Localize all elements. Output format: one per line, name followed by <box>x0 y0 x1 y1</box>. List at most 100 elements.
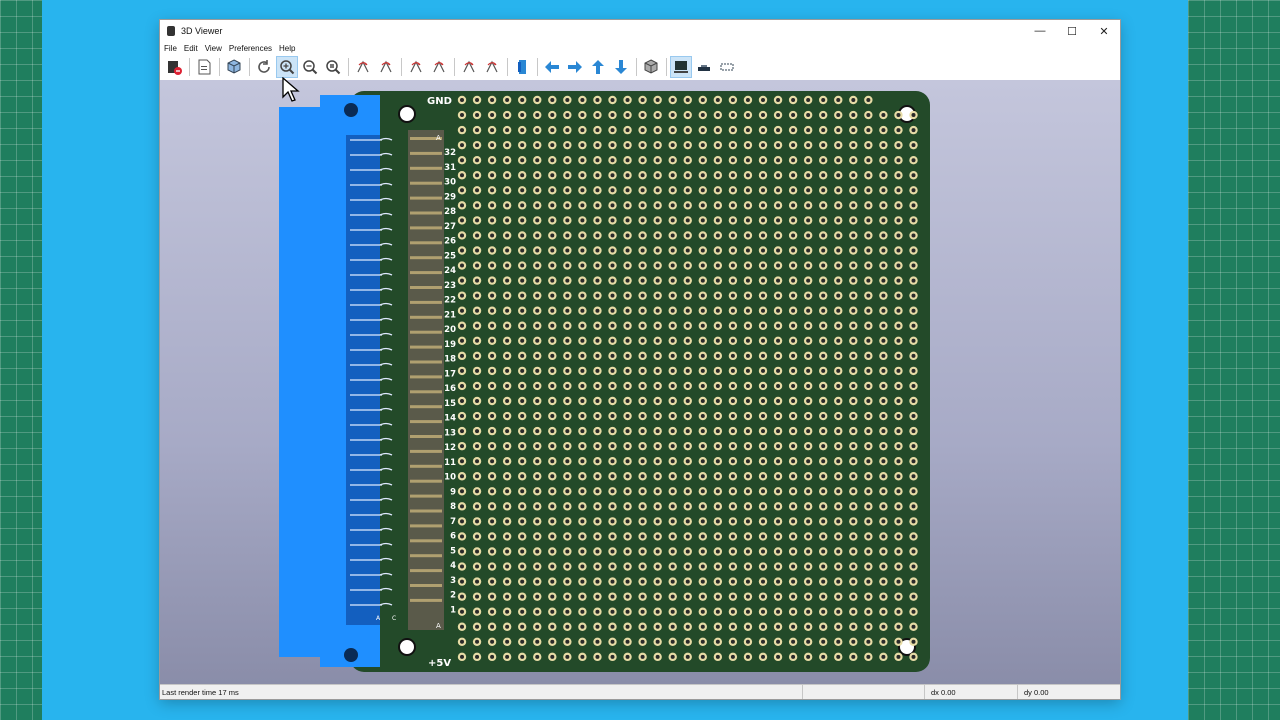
pad-hole <box>881 639 886 644</box>
pad-hole <box>460 353 464 358</box>
pad-hole <box>730 278 735 283</box>
pad-hole <box>806 128 811 133</box>
pad-hole <box>460 444 464 449</box>
pad-hole <box>776 444 781 449</box>
pad-hole <box>730 188 735 193</box>
pad-hole <box>791 654 796 659</box>
cutting-mat-left <box>0 0 42 720</box>
minimize-button[interactable]: — <box>1024 20 1056 42</box>
pad-hole <box>866 113 871 118</box>
pad-hole <box>896 218 901 223</box>
flip-board-button[interactable] <box>512 57 532 77</box>
pad-hole <box>911 248 916 253</box>
zoom-in-button[interactable] <box>276 56 298 78</box>
title-bar[interactable]: 3D Viewer — ☐ ✕ <box>160 20 1120 42</box>
header-pin <box>410 271 442 275</box>
pad-hole <box>761 368 765 373</box>
toggle-outline-button[interactable] <box>717 57 737 77</box>
pad-hole <box>580 504 585 509</box>
pad-hole <box>610 113 615 118</box>
pan-right-button[interactable] <box>565 57 585 77</box>
row-label: 29 <box>444 192 456 202</box>
pad-hole <box>911 113 916 118</box>
pad-hole <box>505 128 510 133</box>
pad-hole <box>655 459 660 464</box>
rotate-x-cw-button[interactable] <box>353 57 373 77</box>
pad-hole <box>730 459 735 464</box>
toggle-ortho-button[interactable] <box>641 57 661 77</box>
pad-hole <box>700 338 705 343</box>
rotate-x-ccw-button[interactable] <box>376 57 396 77</box>
render-toggle-button[interactable] <box>224 57 244 77</box>
menu-preferences[interactable]: Preferences <box>229 44 272 53</box>
pad-hole <box>836 534 841 539</box>
pad-hole <box>911 353 916 358</box>
pad-hole <box>550 564 555 569</box>
pad-hole <box>595 609 600 614</box>
pad-hole <box>791 218 796 223</box>
pad-hole <box>490 459 495 464</box>
pad-hole <box>640 383 645 388</box>
export-image-button[interactable] <box>194 57 214 77</box>
close-viewer-button[interactable] <box>164 57 184 77</box>
pad-hole <box>565 128 570 133</box>
close-button[interactable]: ✕ <box>1088 20 1120 42</box>
pad-hole <box>460 218 464 223</box>
rotate-y-ccw-button[interactable] <box>429 57 449 77</box>
pad-hole <box>761 624 765 629</box>
pad-hole <box>505 654 510 659</box>
board-silk-icon <box>698 65 710 71</box>
pad-hole <box>640 564 645 569</box>
rotate-z-cw-button[interactable] <box>459 57 479 77</box>
pad-hole <box>640 429 645 434</box>
3d-viewport[interactable]: 32 31 30 29 28 27 26 25 24 23 22 21 20 19 18 17 16 15 14 13… <box>160 80 1120 684</box>
row-label: 8 <box>450 502 456 512</box>
menu-file[interactable]: File <box>164 44 177 53</box>
rotate-y-cw-button[interactable] <box>406 57 426 77</box>
zoom-out-button[interactable] <box>300 57 320 77</box>
menu-view[interactable]: View <box>205 44 222 53</box>
pad-hole <box>866 609 871 614</box>
maximize-button[interactable]: ☐ <box>1056 20 1088 42</box>
toggle-body-button[interactable] <box>670 56 692 78</box>
menu-edit[interactable]: Edit <box>184 44 198 53</box>
pad-hole <box>550 624 555 629</box>
pad-hole <box>550 489 555 494</box>
pad-hole <box>881 383 886 388</box>
pad-hole <box>490 474 495 479</box>
pad-hole <box>655 564 660 569</box>
pan-down-button[interactable] <box>611 57 631 77</box>
pad-hole <box>610 579 615 584</box>
pad-hole <box>715 248 720 253</box>
pad-hole <box>550 113 555 118</box>
pad-hole <box>490 639 495 644</box>
pad-hole <box>911 399 916 403</box>
pad-hole <box>520 293 525 298</box>
pad-hole <box>550 143 555 148</box>
reload-button[interactable] <box>254 57 274 77</box>
menu-help[interactable]: Help <box>279 44 295 53</box>
pad-hole <box>565 323 570 328</box>
pad-hole <box>730 654 735 659</box>
pan-left-button[interactable] <box>542 57 562 77</box>
pad-hole <box>535 173 540 178</box>
pad-hole <box>490 609 495 614</box>
pad-hole <box>565 368 570 373</box>
pad-hole <box>565 233 570 238</box>
pad-hole <box>520 414 525 419</box>
rotate-z-ccw-button[interactable] <box>482 57 502 77</box>
pad-hole <box>640 534 645 539</box>
zoom-fit-button[interactable] <box>323 57 343 77</box>
pad-hole <box>685 489 690 494</box>
pad-hole <box>490 353 495 358</box>
pad-hole <box>475 383 480 388</box>
pad-hole <box>851 353 856 358</box>
pad-hole <box>610 308 615 313</box>
pad-hole <box>550 263 555 268</box>
pad-hole <box>776 489 781 494</box>
toggle-silk-button[interactable] <box>694 57 714 77</box>
pad-hole <box>866 579 871 584</box>
pad-hole <box>791 489 796 494</box>
pan-up-button[interactable] <box>588 57 608 77</box>
pad-hole <box>881 128 886 133</box>
